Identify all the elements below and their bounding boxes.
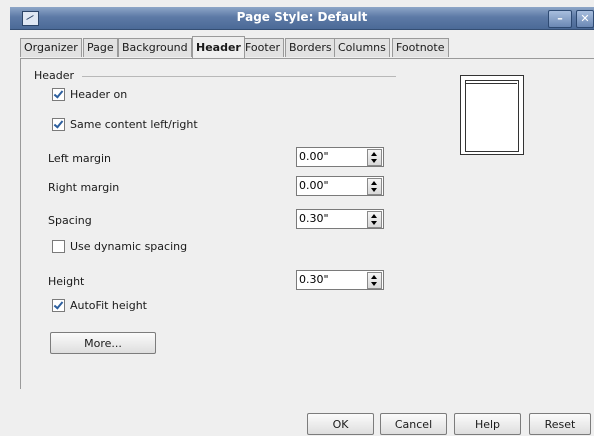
more-button[interactable]: More... xyxy=(50,332,156,354)
spin-down-icon xyxy=(371,282,377,286)
height-label: Height xyxy=(48,275,85,288)
tab-header[interactable]: Header xyxy=(192,36,245,58)
close-icon[interactable]: ✕ xyxy=(576,10,594,28)
minimize-icon[interactable]: – xyxy=(548,10,572,28)
height-input[interactable] xyxy=(299,272,361,287)
height-spinner[interactable] xyxy=(367,272,382,289)
left-margin-input[interactable] xyxy=(299,149,361,164)
header-group-label: Header xyxy=(34,69,75,82)
spin-up-icon xyxy=(371,214,377,218)
header-on-checkbox[interactable] xyxy=(52,88,65,101)
dynamic-spacing-label: Use dynamic spacing xyxy=(70,240,188,253)
right-margin-input[interactable] xyxy=(299,178,361,193)
help-button[interactable]: Help xyxy=(454,413,521,435)
spin-up-icon xyxy=(371,181,377,185)
tab-columns[interactable]: Columns xyxy=(334,38,390,57)
cancel-button[interactable]: Cancel xyxy=(380,413,447,435)
tab-footnote[interactable]: Footnote xyxy=(392,38,449,57)
page-preview xyxy=(460,75,524,155)
spin-down-icon xyxy=(371,159,377,163)
page-style-dialog: Page Style: Default – ✕ Organizer Page B… xyxy=(0,0,594,436)
right-margin-field xyxy=(296,176,384,196)
title-bar[interactable]: Page Style: Default – ✕ xyxy=(10,7,594,30)
spacing-spinner[interactable] xyxy=(367,211,382,228)
left-margin-spinner[interactable] xyxy=(367,149,382,166)
spacing-field xyxy=(296,209,384,229)
left-margin-field xyxy=(296,147,384,167)
tab-page[interactable]: Page xyxy=(83,38,118,57)
group-divider xyxy=(82,76,396,77)
height-field xyxy=(296,270,384,290)
dynamic-spacing-checkbox[interactable] xyxy=(52,240,65,253)
same-content-checkbox[interactable] xyxy=(52,118,65,131)
tab-background[interactable]: Background xyxy=(118,38,192,57)
spin-down-icon xyxy=(371,221,377,225)
spin-up-icon xyxy=(371,152,377,156)
window-title: Page Style: Default xyxy=(236,10,368,24)
tab-footer[interactable]: Footer xyxy=(241,38,284,57)
spacing-input[interactable] xyxy=(299,211,361,226)
autofit-height-label: AutoFit height xyxy=(70,299,147,312)
tab-borders[interactable]: Borders xyxy=(285,38,336,57)
right-margin-label: Right margin xyxy=(48,181,120,194)
spin-up-icon xyxy=(371,275,377,279)
spacing-label: Spacing xyxy=(48,214,92,227)
spin-down-icon xyxy=(371,188,377,192)
preview-body-area xyxy=(465,80,519,152)
autofit-height-checkbox[interactable] xyxy=(52,299,65,312)
same-content-label: Same content left/right xyxy=(70,118,198,131)
left-margin-label: Left margin xyxy=(48,152,111,165)
header-on-label: Header on xyxy=(70,88,128,101)
ok-button[interactable]: OK xyxy=(307,413,374,435)
right-margin-spinner[interactable] xyxy=(367,178,382,195)
tab-organizer[interactable]: Organizer xyxy=(20,38,82,57)
reset-button[interactable]: Reset xyxy=(529,413,591,435)
